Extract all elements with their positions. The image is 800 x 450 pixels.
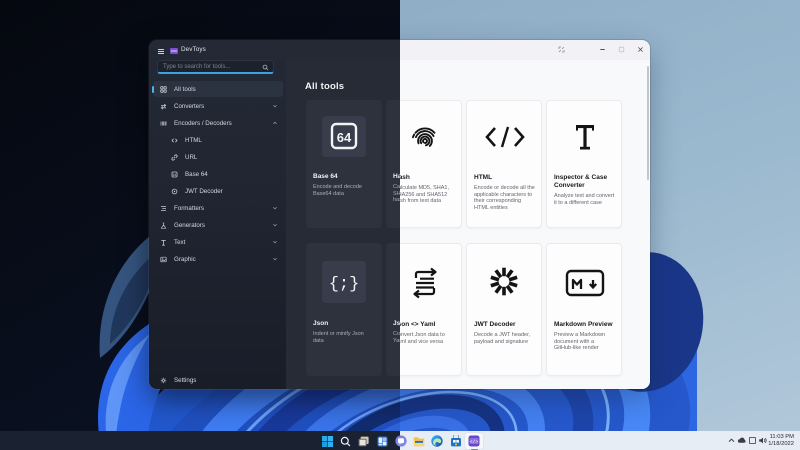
svg-text:</>: </> xyxy=(470,439,479,445)
svg-text:64: 64 xyxy=(173,172,177,176)
svg-text:{;}: {;} xyxy=(329,275,360,294)
svg-text:64: 64 xyxy=(337,130,352,145)
